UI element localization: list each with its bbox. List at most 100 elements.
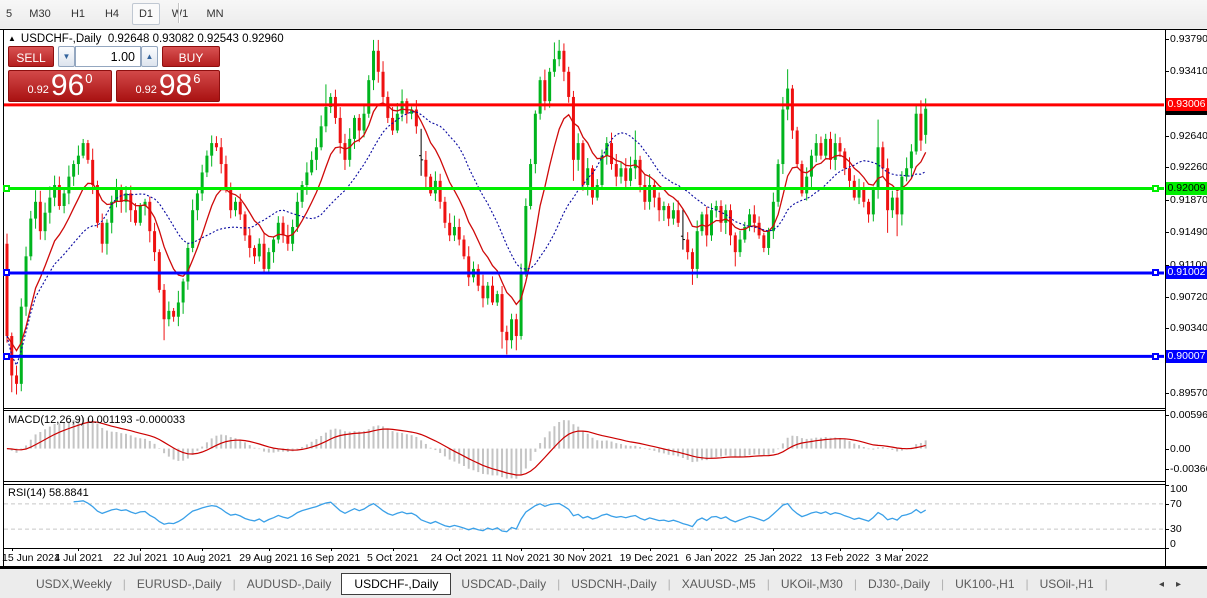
macd-main-value: 0.001193 xyxy=(87,414,132,426)
date-label: 30 Nov 2021 xyxy=(553,552,613,564)
sell-price-big: 96 xyxy=(51,72,84,100)
buy-price-sup: 6 xyxy=(193,71,200,86)
tab-separator: | xyxy=(1104,577,1109,591)
symbol-tab-usdcad-daily[interactable]: USDCAD-,Daily xyxy=(451,574,556,594)
date-label: 5 Oct 2021 xyxy=(367,552,418,564)
macd-axis-label: 0.00 xyxy=(1170,443,1190,455)
sell-price-prefix: 0.92 xyxy=(27,84,48,96)
timeframe-toolbar: 5 M30 H1 H4 D1 W1 MN xyxy=(0,0,1207,28)
symbol-tab-dj30-daily[interactable]: DJ30-,Daily xyxy=(858,574,940,594)
timeframe-button-m30[interactable]: M30 xyxy=(22,3,58,25)
toolbar-separator xyxy=(178,3,179,23)
date-tick xyxy=(331,548,332,551)
symbol-tab-usdx-weekly[interactable]: USDX,Weekly xyxy=(26,574,122,594)
timeframe-button-h1[interactable]: H1 xyxy=(64,3,92,25)
rsi-pane[interactable] xyxy=(0,484,1165,549)
sell-price-sup: 0 xyxy=(85,71,92,86)
blue-hline-1-handle[interactable] xyxy=(3,269,10,276)
symbol-tab-audusd-daily[interactable]: AUDUSD-,Daily xyxy=(237,574,342,594)
blue-hline-2-handle[interactable] xyxy=(3,353,10,360)
main-macd-separator-a[interactable] xyxy=(3,408,1165,409)
chart-window[interactable]: ▲USDCHF-,Daily 0.92648 0.93082 0.92543 0… xyxy=(0,29,1207,566)
volume-increase-button[interactable]: ▲ xyxy=(141,46,158,67)
macd-rsi-separator-a[interactable] xyxy=(3,481,1165,482)
volume-decrease-button[interactable]: ▼ xyxy=(58,46,75,67)
date-tick xyxy=(12,548,13,551)
price-axis-label: 0.93790 xyxy=(1170,33,1207,45)
chart-title: ▲USDCHF-,Daily 0.92648 0.93082 0.92543 0… xyxy=(8,33,284,45)
date-label: 3 Mar 2022 xyxy=(875,552,928,564)
price-axis-label: 0.92640 xyxy=(1170,130,1207,142)
price-tick xyxy=(1165,136,1169,137)
macd-rsi-separator-b xyxy=(3,484,1165,485)
symbol-tab-usoil-h1[interactable]: USOil-,H1 xyxy=(1030,574,1104,594)
timeframe-button-h4[interactable]: H4 xyxy=(98,3,126,25)
date-tick xyxy=(140,548,141,551)
timeframe-button-mn[interactable]: MN xyxy=(200,3,230,25)
date-tick xyxy=(650,548,651,551)
macd-name: MACD(12,26,9) xyxy=(8,414,84,426)
symbol-tab-eurusd-daily[interactable]: EURUSD-,Daily xyxy=(127,574,232,594)
price-axis-label: 0.91870 xyxy=(1170,194,1207,206)
price-axis-label: 0.90720 xyxy=(1170,291,1207,303)
rsi-bottom-border xyxy=(3,548,1165,549)
main-macd-separator-b xyxy=(3,410,1165,411)
date-tick xyxy=(393,548,394,551)
date-label: 15 Jun 2021 xyxy=(2,552,60,564)
date-label: 4 Jul 2021 xyxy=(54,552,102,564)
timeframe-button-5[interactable]: 5 xyxy=(2,3,16,25)
sell-price-box[interactable]: 0.92 96 0 xyxy=(8,70,112,102)
tabs-scroll-left-arrow[interactable]: ◂ xyxy=(1159,579,1176,590)
symbol-tab-usdcnh-daily[interactable]: USDCNH-,Daily xyxy=(561,574,666,594)
timeframe-button-w1[interactable]: W1 xyxy=(166,3,194,25)
macd-tick xyxy=(1165,469,1169,470)
macd-tick xyxy=(1165,449,1169,450)
macd-axis-label: -0.003664 xyxy=(1170,463,1207,475)
rsi-axis-label: 0 xyxy=(1170,538,1176,550)
buy-button[interactable]: BUY xyxy=(162,46,220,67)
date-label: 10 Aug 2021 xyxy=(173,552,232,564)
price-tick xyxy=(1165,200,1169,201)
buy-price-box[interactable]: 0.92 98 6 xyxy=(116,70,220,102)
support-hline-handle[interactable] xyxy=(3,185,10,192)
price-axis-label: 0.89570 xyxy=(1170,387,1207,399)
price-axis-label: 0.90340 xyxy=(1170,322,1207,334)
buy-price-prefix: 0.92 xyxy=(135,84,156,96)
sell-button[interactable]: SELL xyxy=(8,46,54,67)
date-tick xyxy=(773,548,774,551)
chart-ohlc-values: 0.92648 0.93082 0.92543 0.92960 xyxy=(108,33,284,45)
symbol-tab-usdchf-daily[interactable]: USDCHF-,Daily xyxy=(341,573,451,595)
date-label: 25 Jan 2022 xyxy=(744,552,802,564)
date-tick xyxy=(78,548,79,551)
date-tick xyxy=(459,548,460,551)
blue-hline-1-handle[interactable] xyxy=(1152,269,1159,276)
date-tick xyxy=(902,548,903,551)
symbol-tab-ukoil-m30[interactable]: UKOil-,M30 xyxy=(771,574,853,594)
date-tick xyxy=(583,548,584,551)
price-axis-label: 0.93410 xyxy=(1170,65,1207,77)
rsi-axis-label: 30 xyxy=(1170,523,1182,535)
timeframe-button-d1[interactable]: D1 xyxy=(132,3,160,25)
rsi-tick xyxy=(1165,548,1169,549)
support-hline-handle[interactable] xyxy=(1152,185,1159,192)
price-tick xyxy=(1165,167,1169,168)
mt4-terminal: 5M30H1H4D1W1MN ▲USDCHF-,Daily 0.92648 0.… xyxy=(0,0,1207,598)
price-tick xyxy=(1165,71,1169,72)
volume-input[interactable] xyxy=(75,46,141,67)
date-tick xyxy=(711,548,712,551)
symbol-tab-xauusd-m5[interactable]: XAUUSD-,M5 xyxy=(672,574,766,594)
price-tick xyxy=(1165,232,1169,233)
symbol-tab-uk100-h1[interactable]: UK100-,H1 xyxy=(945,574,1024,594)
one-click-collapse-arrow[interactable]: ▲ xyxy=(8,34,16,43)
date-label: 13 Feb 2022 xyxy=(811,552,870,564)
price-axis-label: 0.91490 xyxy=(1170,226,1207,238)
tabs-scroll-right-arrow[interactable]: ▸ xyxy=(1176,579,1193,590)
date-label: 29 Aug 2021 xyxy=(239,552,298,564)
blue-hline-2-handle[interactable] xyxy=(1152,353,1159,360)
macd-tick xyxy=(1165,415,1169,416)
price-tick xyxy=(1165,39,1169,40)
rsi-label: RSI(14) 58.8841 xyxy=(8,487,89,499)
buy-price-big: 98 xyxy=(159,72,192,100)
rsi-name: RSI(14) xyxy=(8,487,46,499)
rsi-axis-label: 100 xyxy=(1170,483,1188,495)
